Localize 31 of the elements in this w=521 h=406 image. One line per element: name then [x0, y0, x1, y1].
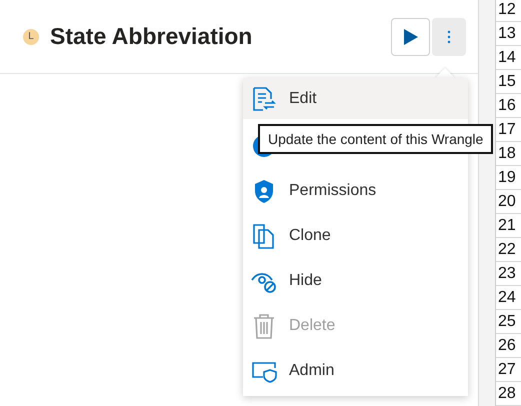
play-icon [402, 28, 418, 46]
row-number: 23 [496, 262, 521, 286]
row-number: 12 [496, 0, 521, 22]
row-number: 18 [496, 142, 521, 166]
copy-icon [251, 222, 277, 248]
row-number: 22 [496, 238, 521, 262]
menu-item[interactable]: Admin [243, 348, 468, 393]
more-icon [447, 30, 451, 44]
tooltip: Update the content of this Wrangle [258, 124, 494, 154]
status-badge: L [23, 28, 39, 44]
row-number: 20 [496, 190, 521, 214]
row-number: 17 [496, 118, 521, 142]
row-number: 26 [496, 334, 521, 358]
row-number: 14 [496, 46, 521, 70]
run-button[interactable] [391, 18, 430, 56]
menu-item[interactable]: Clone [243, 213, 468, 258]
menu-item[interactable]: Permissions [243, 168, 468, 213]
row-number: 21 [496, 214, 521, 238]
row-number: 16 [496, 94, 521, 118]
row-number: 25 [496, 310, 521, 334]
row-number: 28 [496, 382, 521, 406]
page-title: State Abbreviation [50, 23, 252, 50]
menu-item[interactable]: Hide [243, 258, 468, 303]
row-number: 13 [496, 22, 521, 46]
row-number: 19 [496, 166, 521, 190]
menu-item[interactable]: Edit [243, 78, 468, 119]
row-number: 27 [496, 358, 521, 382]
document-arrows-icon [251, 86, 277, 112]
trash-icon [251, 312, 277, 338]
row-number: 15 [496, 70, 521, 94]
row-number: 24 [496, 286, 521, 310]
